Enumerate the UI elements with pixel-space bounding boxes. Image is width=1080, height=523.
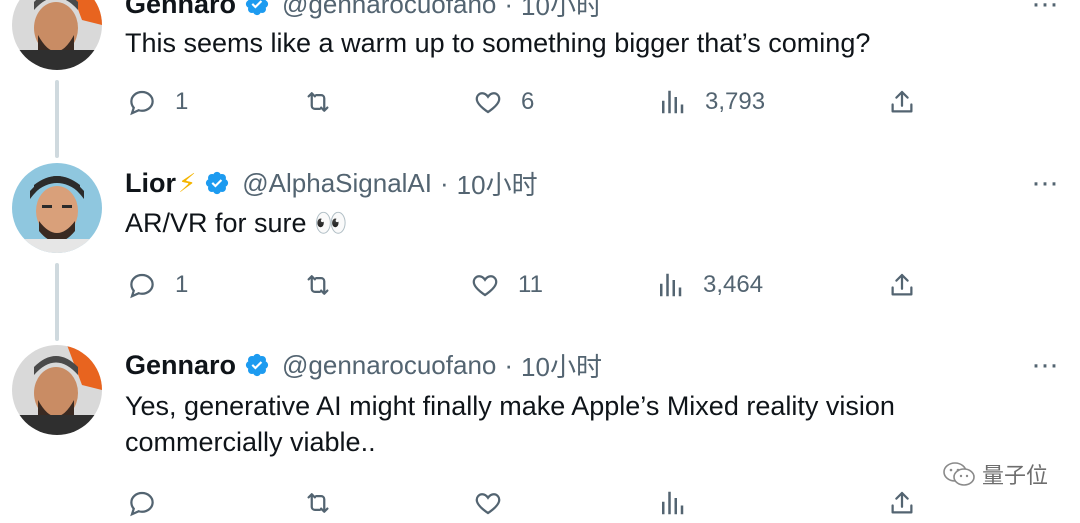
lightning-emoji: ⚡ xyxy=(178,167,197,198)
tweet-actions: 1 6 3,793 xyxy=(125,82,925,122)
timestamp[interactable]: 10小时 xyxy=(457,165,538,202)
like-button[interactable] xyxy=(473,483,503,523)
more-icon[interactable]: ··· xyxy=(1031,0,1059,19)
reply-icon xyxy=(130,491,154,517)
separator-dot: · xyxy=(440,167,449,198)
separator-dot: · xyxy=(504,349,514,380)
watermark: 量子位 xyxy=(942,458,1048,490)
like-icon xyxy=(475,493,501,515)
retweet-button[interactable] xyxy=(303,483,333,523)
tweet-3[interactable]: Gennaro @gennarocuofano · 10小时 ··· Yes, … xyxy=(0,335,1080,517)
avatar-gennaro[interactable] xyxy=(12,345,102,435)
verified-icon xyxy=(245,353,269,377)
author-name[interactable]: Gennaro xyxy=(125,0,236,20)
tweet-text: AR/VR for sure 👀 xyxy=(125,208,348,238)
tweet-actions: 1 11 3,464 xyxy=(125,265,925,305)
timestamp[interactable]: 10小时 xyxy=(521,347,602,384)
timestamp[interactable]: 10小时 xyxy=(521,0,602,23)
author-name[interactable]: Gennaro xyxy=(125,350,236,381)
views-icon xyxy=(662,491,684,515)
reply-icon xyxy=(130,90,154,116)
views-icon xyxy=(660,273,682,297)
retweet-icon xyxy=(307,493,329,513)
thread-line xyxy=(55,263,59,341)
views-button[interactable]: 3,793 xyxy=(657,82,765,122)
share-button[interactable] xyxy=(887,265,917,305)
more-icon[interactable]: ··· xyxy=(1031,168,1059,198)
wechat-icon xyxy=(943,462,975,486)
reply-count: 1 xyxy=(175,271,189,298)
reply-button[interactable]: 1 xyxy=(127,265,188,305)
share-icon xyxy=(891,90,913,113)
tweet-header: Lior ⚡ @AlphaSignalAI · 10小时 xyxy=(125,163,538,203)
reply-button[interactable] xyxy=(127,483,157,523)
more-icon[interactable]: ··· xyxy=(1031,350,1059,380)
retweet-button[interactable] xyxy=(303,82,333,122)
tweet-header: Gennaro @gennarocuofano · 10小时 xyxy=(125,345,602,385)
like-icon xyxy=(475,92,501,114)
retweet-button[interactable] xyxy=(303,265,333,305)
views-button[interactable] xyxy=(657,483,687,523)
reply-count: 1 xyxy=(175,88,189,115)
share-button[interactable] xyxy=(887,483,917,523)
views-icon xyxy=(662,90,684,114)
tweet-actions xyxy=(125,483,925,523)
like-button[interactable]: 6 xyxy=(473,82,534,122)
separator-dot: · xyxy=(504,0,514,19)
author-handle[interactable]: @AlphaSignalAI xyxy=(242,168,432,199)
share-button[interactable] xyxy=(887,82,917,122)
tweet-text: Yes, generative AI might finally make Ap… xyxy=(125,391,895,457)
share-icon xyxy=(891,491,913,514)
reply-button[interactable]: 1 xyxy=(127,82,188,122)
verified-icon xyxy=(245,0,269,16)
like-icon xyxy=(472,275,498,297)
retweet-icon xyxy=(307,92,329,112)
thread-line xyxy=(55,80,59,158)
views-button[interactable]: 3,464 xyxy=(655,265,763,305)
retweet-icon xyxy=(307,275,329,295)
tweet-1[interactable]: Gennaro @gennarocuofano · 10小时 ··· This … xyxy=(0,0,1080,158)
share-icon xyxy=(891,273,913,296)
like-button[interactable]: 11 xyxy=(470,265,543,305)
like-count: 6 xyxy=(521,88,535,115)
tweet-2[interactable]: Lior ⚡ @AlphaSignalAI · 10小时 ··· AR/VR f… xyxy=(0,155,1080,341)
author-handle[interactable]: @gennarocuofano xyxy=(282,0,496,20)
reply-icon xyxy=(130,273,154,299)
tweet-text: This seems like a warm up to something b… xyxy=(125,28,871,58)
avatar-lior[interactable] xyxy=(12,163,102,253)
view-count: 3,793 xyxy=(705,88,766,115)
verified-icon xyxy=(206,171,229,195)
like-count: 11 xyxy=(518,271,543,298)
view-count: 3,464 xyxy=(703,271,764,298)
watermark-text: 量子位 xyxy=(981,463,1048,488)
avatar-gennaro[interactable] xyxy=(12,0,102,70)
tweet-header: Gennaro @gennarocuofano · 10小时 xyxy=(125,0,602,24)
author-name[interactable]: Lior xyxy=(125,168,176,199)
author-handle[interactable]: @gennarocuofano xyxy=(282,350,496,381)
